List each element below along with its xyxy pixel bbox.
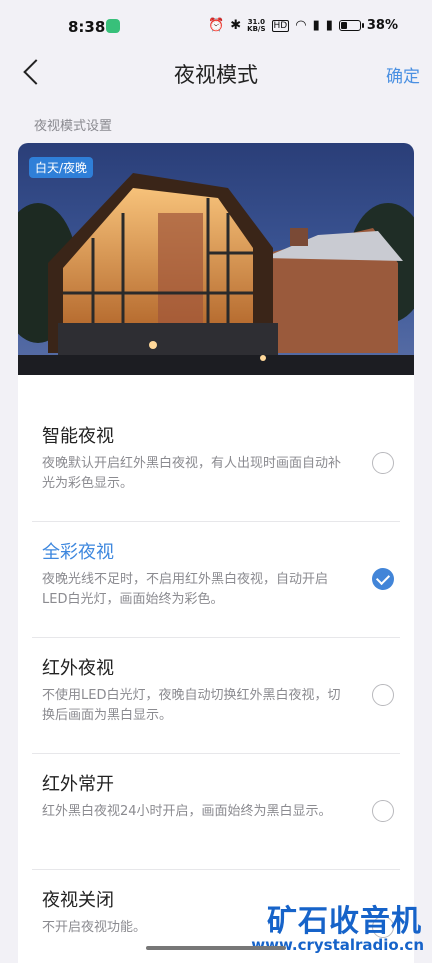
wifi-icon: ◠ [295, 18, 307, 33]
page-title: 夜视模式 [174, 63, 258, 87]
radio-checked-icon[interactable] [372, 568, 394, 590]
night-mode-option[interactable]: 智能夜视夜晚默认开启红外黑白夜视，有人出现时画面自动补光为彩色显示。 [32, 406, 400, 522]
option-description: 红外黑白夜视24小时开启，画面始终为黑白显示。 [42, 804, 332, 819]
signal-icon-2: ▮ [325, 18, 333, 33]
radio-unchecked-icon[interactable] [372, 800, 394, 822]
option-title: 全彩夜视 [42, 542, 114, 563]
day-night-tag: 白天/夜晚 [29, 157, 94, 178]
option-description: 夜晚光线不足时，不启用红外黑白夜视，自动开启LED白光灯，画面始终为彩色。 [42, 572, 329, 607]
signal-icon: ▮ [312, 18, 320, 33]
battery-percent: 38% [366, 18, 398, 33]
radio-unchecked-icon[interactable] [372, 452, 394, 474]
settings-card: 白天/夜晚 智能夜视夜晚默认开启红外黑白夜视，有人出现时画面自动补光为彩色显示。… [18, 143, 414, 963]
option-description: 夜晚默认开启红外黑白夜视，有人出现时画面自动补光为彩色显示。 [42, 456, 342, 491]
clock: 8:38 [68, 18, 106, 36]
radio-unchecked-icon[interactable] [372, 684, 394, 706]
watermark-url: www.crystalradio.cn [251, 936, 424, 954]
option-title: 智能夜视 [42, 426, 114, 447]
night-mode-option[interactable]: 全彩夜视夜晚光线不足时，不启用红外黑白夜视，自动开启LED白光灯，画面始终为彩色… [32, 522, 400, 638]
alarm-icon: ⏰ [208, 18, 225, 33]
net-speed: 31.0 KB/S [247, 17, 266, 33]
nav-bar: 夜视模式 确定 [0, 48, 432, 98]
option-title: 红外夜视 [42, 658, 114, 679]
watermark-name: 矿石收音机 [267, 904, 422, 939]
option-description: 不使用LED白光灯，夜晚自动切换红外黑白夜视，切换后画面为黑白显示。 [42, 688, 341, 723]
battery-icon [338, 20, 364, 31]
hd-icon: HD [271, 19, 290, 32]
home-indicator[interactable] [146, 946, 286, 950]
bluetooth-icon: ✱ [230, 18, 242, 33]
option-title: 红外常开 [42, 774, 114, 795]
night-mode-option[interactable]: 红外夜视不使用LED白光灯，夜晚自动切换红外黑白夜视，切换后画面为黑白显示。 [32, 638, 400, 754]
app-notification-icon [106, 19, 120, 33]
confirm-button[interactable]: 确定 [386, 62, 420, 87]
option-title: 夜视关闭 [42, 890, 114, 911]
section-label: 夜视模式设置 [34, 119, 113, 134]
night-mode-option[interactable]: 红外常开红外黑白夜视24小时开启，画面始终为黑白显示。 [32, 754, 400, 870]
status-icons: ⏰ ✱ 31.0 KB/S HD ◠ ▮ ▮ 38% [208, 18, 398, 33]
